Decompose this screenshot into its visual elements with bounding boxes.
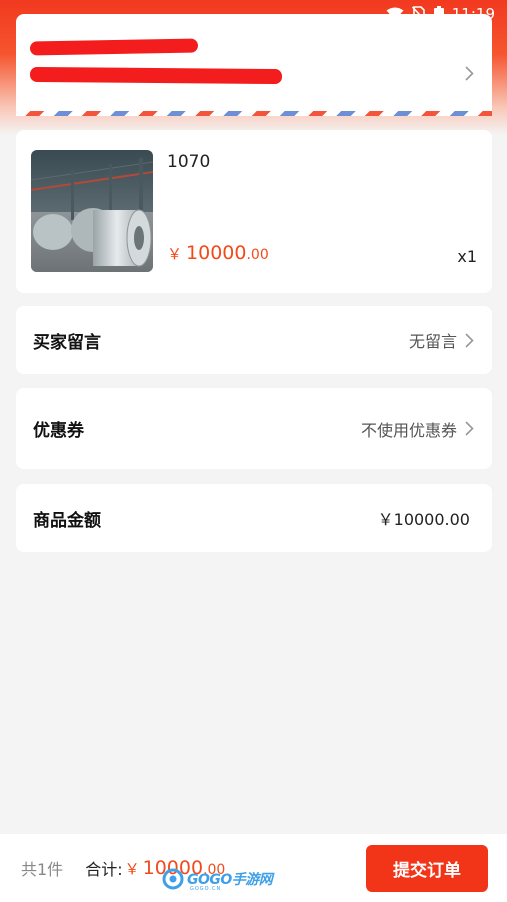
chevron-right-icon bbox=[465, 332, 474, 348]
coupon-label: 优惠券 bbox=[33, 421, 84, 441]
address-card[interactable] bbox=[16, 14, 492, 116]
product-name: 1070 bbox=[167, 152, 211, 172]
buyer-message-value: 无留言 bbox=[408, 332, 457, 351]
airmail-border bbox=[16, 111, 492, 116]
buyer-message-row[interactable]: 买家留言 无留言 bbox=[16, 306, 492, 374]
total-label: 合计: bbox=[85, 860, 123, 879]
watermark-subtext: GOGO.CN bbox=[190, 886, 222, 892]
submit-order-button[interactable]: 提交订单 bbox=[366, 845, 488, 892]
address-redacted-name bbox=[29, 38, 199, 56]
coupon-row[interactable]: 优惠券 不使用优惠券 bbox=[16, 388, 492, 469]
address-redacted-detail bbox=[29, 66, 283, 85]
item-count: 共1件 bbox=[21, 860, 64, 879]
price-decimal: .00 bbox=[246, 247, 269, 263]
product-image bbox=[31, 150, 153, 272]
chevron-right-icon bbox=[465, 66, 474, 81]
goods-amount-row: 商品金额 ￥10000.00 bbox=[16, 484, 492, 552]
coupon-value: 不使用优惠券 bbox=[360, 420, 457, 440]
buyer-message-label: 买家留言 bbox=[33, 332, 101, 353]
product-price: ￥ 10000 .00 bbox=[167, 242, 269, 264]
goods-amount-value: ￥10000.00 bbox=[377, 510, 470, 529]
product-quantity: x1 bbox=[457, 247, 477, 266]
price-currency: ￥ bbox=[167, 245, 183, 263]
goods-amount-label: 商品金额 bbox=[33, 510, 101, 531]
watermark-logo-icon bbox=[162, 868, 184, 890]
chevron-right-icon bbox=[465, 421, 474, 436]
watermark-logo: GOGO手游网 GOGO.CN bbox=[162, 868, 273, 892]
product-card: 1070 ￥ 10000 .00 x1 bbox=[16, 130, 492, 293]
total-currency: ￥ bbox=[124, 860, 140, 878]
price-integer: 10000 bbox=[186, 242, 247, 264]
